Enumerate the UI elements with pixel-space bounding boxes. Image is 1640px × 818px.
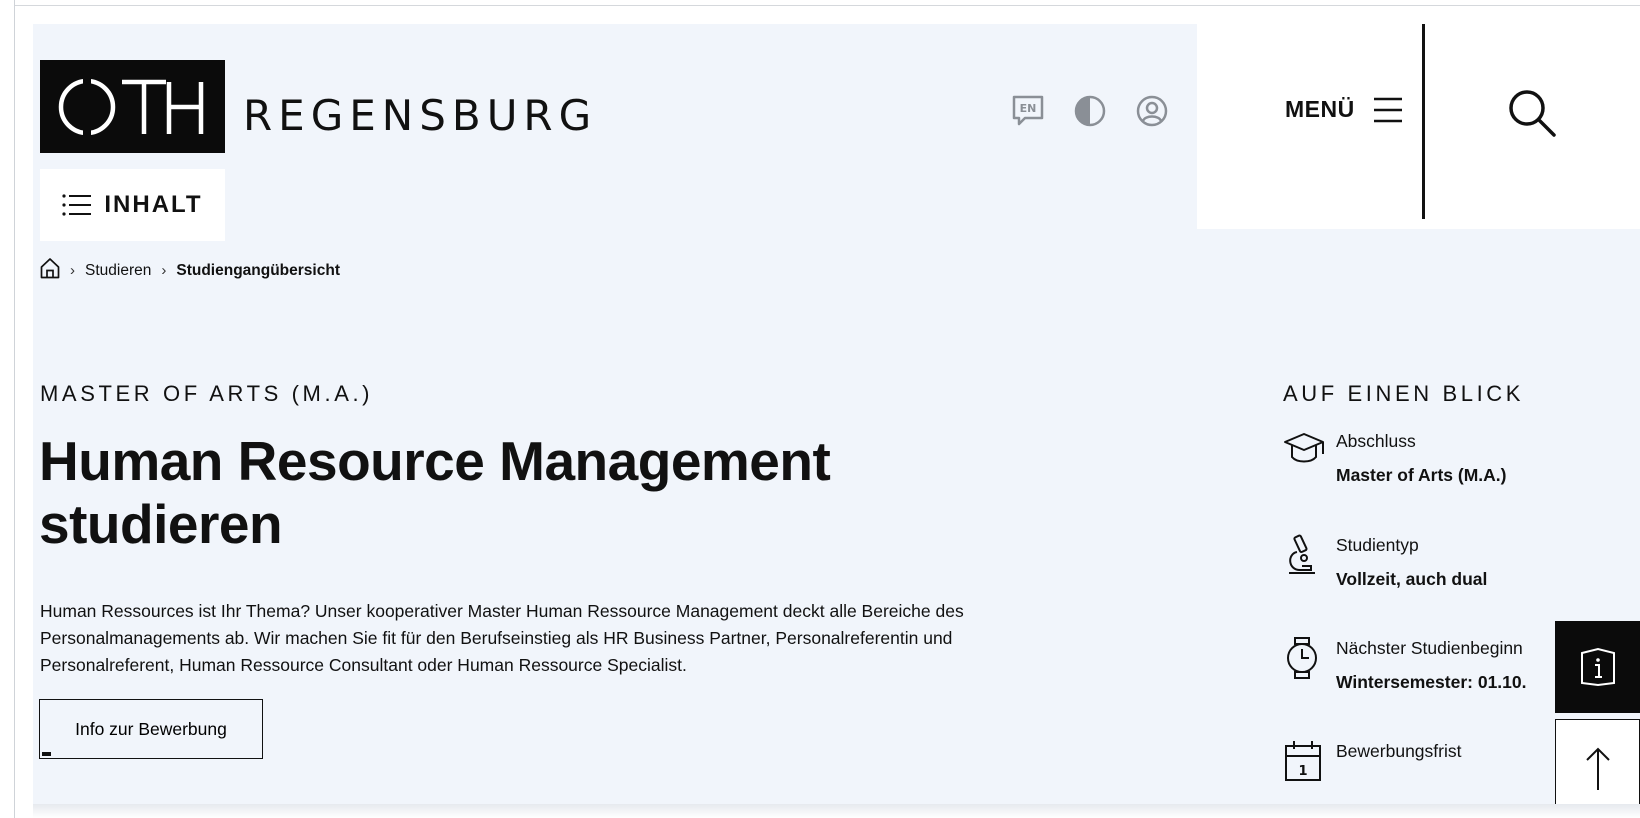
menu-button[interactable]: MENÜ: [1285, 96, 1403, 123]
arrow-up-icon: [1585, 747, 1610, 790]
watch-icon: [1287, 637, 1317, 679]
glance-label: Nächster Studienbeginn: [1336, 638, 1523, 658]
inhalt-label: INHALT: [104, 191, 203, 218]
graduation-cap-icon: [1284, 433, 1324, 463]
page-title: Human Resource Management studieren: [39, 430, 939, 556]
microscope-icon: [1289, 534, 1315, 574]
glance-label: Abschluss: [1336, 431, 1416, 451]
breadcrumb-current: Studiengangübersicht: [176, 261, 340, 279]
hamburger-icon: [1373, 97, 1402, 122]
glance-value: Vollzeit, auch dual: [1336, 569, 1488, 589]
site-logo[interactable]: REGENSBURG: [40, 60, 597, 153]
glance-label: Bewerbungsfrist: [1336, 741, 1462, 761]
contrast-toggle-button[interactable]: [1073, 94, 1107, 128]
user-account-button[interactable]: [1135, 94, 1169, 128]
page-title-line1: Human Resource Management: [39, 430, 831, 492]
page-body: REGENSBURG INHALT EN MENÜ › Studieren › …: [33, 24, 1640, 806]
scroll-to-top-button[interactable]: [1555, 719, 1640, 806]
window-top-border: [14, 5, 1640, 6]
search-icon: [1509, 90, 1556, 137]
logo-wordmark: REGENSBURG: [243, 91, 598, 140]
info-brochure-icon: [1580, 647, 1615, 687]
menu-label: MENÜ: [1285, 96, 1355, 122]
chevron-right-icon: ›: [161, 262, 167, 279]
info-side-button[interactable]: [1555, 621, 1640, 713]
language-en-icon: EN: [1012, 95, 1044, 126]
home-icon: [40, 258, 60, 279]
logo-mark-graphic: [58, 75, 203, 138]
at-a-glance-title: AUF EINEN BLICK: [1283, 381, 1525, 406]
glance-label: Studientyp: [1336, 535, 1419, 555]
language-switch-button[interactable]: EN: [1011, 94, 1045, 128]
calendar-day: 1: [1298, 764, 1307, 779]
menu-panel: MENÜ: [1197, 24, 1640, 229]
list-icon: [62, 194, 92, 216]
page-title-line2: studieren: [39, 493, 283, 555]
logo-mark: [40, 60, 225, 153]
window-left-border: [14, 0, 15, 818]
breadcrumb-home[interactable]: [40, 257, 60, 284]
breadcrumb-item-studieren[interactable]: Studieren: [85, 262, 151, 280]
user-icon: [1136, 95, 1168, 127]
application-info-button[interactable]: Info zur Bewerbung: [39, 699, 263, 759]
calendar-icon: 1: [1285, 741, 1321, 781]
contrast-icon: [1074, 95, 1106, 127]
glance-value: Master of Arts (M.A.): [1336, 465, 1507, 485]
degree-kicker: MASTER OF ARTS (M.A.): [40, 381, 374, 406]
inhalt-button[interactable]: INHALT: [40, 169, 225, 241]
search-button[interactable]: [1507, 88, 1557, 143]
language-badge-text: EN: [1020, 102, 1037, 115]
intro-text: Human Ressources ist Ihr Thema? Unser ko…: [40, 601, 964, 675]
breadcrumb: › Studieren › Studiengangübersicht: [40, 257, 340, 284]
menu-divider: [1422, 24, 1425, 219]
glance-value: Wintersemester: 01.10.: [1336, 672, 1527, 692]
page-bottom-shadow: [33, 804, 1640, 818]
chevron-right-icon: ›: [70, 262, 75, 279]
